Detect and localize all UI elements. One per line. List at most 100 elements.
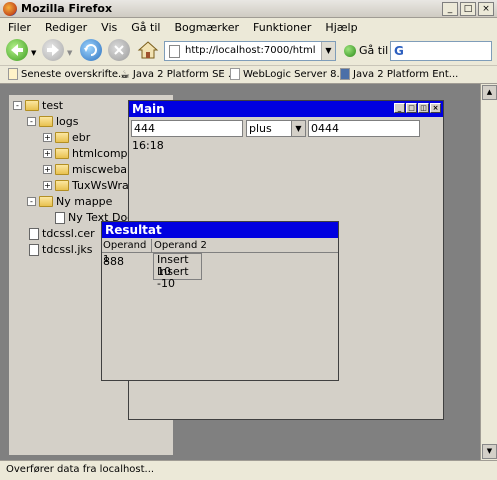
column-header-operand1[interactable]: Operand 1 — [102, 239, 152, 265]
reload-button[interactable] — [80, 39, 102, 61]
google-search-icon: G — [394, 44, 404, 58]
tree-item-htmlcompon[interactable]: + htmlcompon — [43, 147, 141, 160]
close-button[interactable]: × — [478, 2, 494, 16]
expand-icon[interactable]: + — [43, 181, 52, 190]
stop-button[interactable] — [108, 39, 130, 61]
go-label: Gå til — [359, 44, 389, 57]
folder-icon — [39, 196, 53, 207]
forward-dropdown-icon[interactable]: ▼ — [67, 49, 72, 57]
expand-icon[interactable]: + — [43, 165, 52, 174]
stop-icon — [114, 45, 124, 55]
tree-item-logs[interactable]: - logs — [27, 115, 79, 128]
url-history-dropdown-icon[interactable]: ▼ — [321, 42, 335, 60]
expand-icon[interactable]: + — [43, 149, 52, 158]
bookmark-item[interactable]: ☕ Java 2 Platform SE ... — [120, 68, 237, 81]
folder-icon — [55, 164, 69, 175]
tree-item-label: tdcssl.jks — [42, 243, 93, 256]
operand1-input[interactable]: 444 — [131, 120, 243, 137]
scroll-down-icon[interactable]: ▼ — [482, 444, 497, 459]
back-dropdown-icon[interactable]: ▼ — [31, 49, 36, 57]
bookmarks-toolbar: Seneste overskrifte... ☕ Java 2 Platform… — [0, 66, 497, 84]
document-icon — [29, 227, 39, 240]
page-favicon-icon — [169, 45, 180, 58]
menu-edit[interactable]: Rediger — [45, 21, 87, 34]
chevron-down-icon[interactable]: ▼ — [291, 121, 305, 136]
tree-item-label: ebr — [72, 131, 91, 144]
menu-view[interactable]: Vis — [101, 21, 117, 34]
browser-titlebar: Mozilla Firefox _ □ × — [0, 0, 497, 18]
restore-icon[interactable]: ◫ — [418, 103, 429, 113]
main-window-title-text: Main — [132, 102, 165, 116]
window-controls: _ □ × — [442, 2, 494, 16]
menu-item-insert-minus-10[interactable]: Insert -10 — [154, 266, 201, 290]
column-header-operand2[interactable]: Operand 2 — [152, 239, 207, 252]
back-button[interactable] — [6, 39, 28, 61]
menu-bar: Filer Rediger Vis Gå til Bogmærker Funkt… — [0, 18, 497, 36]
navigation-toolbar: ▼ ▼ http://localhost:7000/htmlcompone ▼ … — [0, 36, 497, 66]
context-menu: Insert 10 Insert -10 — [153, 253, 202, 290]
minimize-button[interactable]: _ — [442, 2, 458, 16]
home-button[interactable] — [137, 39, 159, 61]
bookmark-item[interactable]: Seneste overskrifte... — [8, 68, 128, 80]
search-input[interactable]: G — [390, 41, 492, 61]
tree-item-tuxwswrap[interactable]: + TuxWsWrap — [43, 179, 136, 192]
bookmark-label: Seneste overskrifte... — [21, 68, 128, 80]
operand2-input[interactable]: 0444 — [308, 120, 420, 137]
vertical-scrollbar[interactable]: ▲ ▼ — [480, 84, 497, 460]
bookmark-label: Java 2 Platform SE ... — [132, 69, 238, 80]
bookmark-item[interactable]: WebLogic Server 8.... — [230, 68, 349, 80]
firefox-icon — [3, 2, 17, 16]
scroll-up-icon[interactable]: ▲ — [482, 85, 497, 100]
menu-go[interactable]: Gå til — [131, 21, 160, 34]
maximize-button[interactable]: □ — [460, 2, 476, 16]
clock-label: 16:18 — [132, 139, 164, 152]
url-text: http://localhost:7000/htmlcompone — [185, 45, 315, 56]
document-icon — [29, 243, 39, 256]
status-text: Overfører data fra localhost... — [6, 464, 155, 475]
tree-item-test[interactable]: - test — [13, 99, 63, 112]
window-title: Mozilla Firefox — [21, 2, 113, 15]
expand-icon[interactable]: + — [43, 133, 52, 142]
tree-item-miscwebapp[interactable]: + miscwebapp — [43, 163, 141, 176]
menu-tools[interactable]: Funktioner — [253, 21, 311, 34]
bookmark-item[interactable]: Java 2 Platform Ent... — [340, 68, 458, 80]
forward-button[interactable] — [42, 39, 64, 61]
folder-icon — [55, 148, 69, 159]
menu-bookmarks[interactable]: Bogmærker — [174, 21, 239, 34]
close-icon[interactable]: × — [430, 103, 441, 113]
minimize-icon[interactable]: _ — [394, 103, 405, 113]
main-window-title[interactable]: Main _ □ ◫ × — [129, 101, 443, 117]
result-value: 888 — [103, 255, 124, 268]
tree-item-tdcssl-jks[interactable]: tdcssl.jks — [29, 243, 93, 256]
tree-item-tdcssl-cer[interactable]: tdcssl.cer — [29, 227, 95, 240]
home-icon — [137, 41, 159, 59]
operator-select[interactable]: plus ▼ — [246, 120, 306, 137]
tree-item-label: tdcssl.cer — [42, 227, 95, 240]
bookmark-label: WebLogic Server 8.... — [243, 68, 350, 80]
tree-item-ny-mappe[interactable]: - Ny mappe — [27, 195, 112, 208]
main-window-controls: _ □ ◫ × — [394, 103, 441, 113]
collapse-icon[interactable]: - — [13, 101, 22, 110]
collapse-icon[interactable]: - — [27, 197, 36, 206]
menu-help[interactable]: Hjælp — [325, 21, 357, 34]
result-window-title[interactable]: Resultat — [102, 222, 338, 238]
folder-icon — [55, 180, 69, 191]
tree-item-label: test — [42, 99, 64, 112]
document-icon — [55, 211, 65, 224]
bookmark-label: Java 2 Platform Ent... — [353, 68, 459, 80]
feed-icon — [8, 68, 18, 80]
go-icon — [344, 44, 356, 57]
collapse-icon[interactable]: - — [27, 117, 36, 126]
operator-value: plus — [249, 122, 272, 135]
sun-icon — [340, 68, 350, 80]
tree-item-label: logs — [56, 115, 79, 128]
back-arrow-icon — [11, 44, 23, 56]
folder-icon — [39, 116, 53, 127]
java-icon: ☕ — [120, 68, 130, 81]
go-button[interactable]: Gå til — [344, 44, 388, 57]
maximize-icon[interactable]: □ — [406, 103, 417, 113]
tree-item-ebr[interactable]: + ebr — [43, 131, 90, 144]
menu-file[interactable]: Filer — [8, 21, 31, 34]
tree-item-label: Ny mappe — [56, 195, 113, 208]
url-bar[interactable]: http://localhost:7000/htmlcompone ▼ — [164, 41, 336, 61]
